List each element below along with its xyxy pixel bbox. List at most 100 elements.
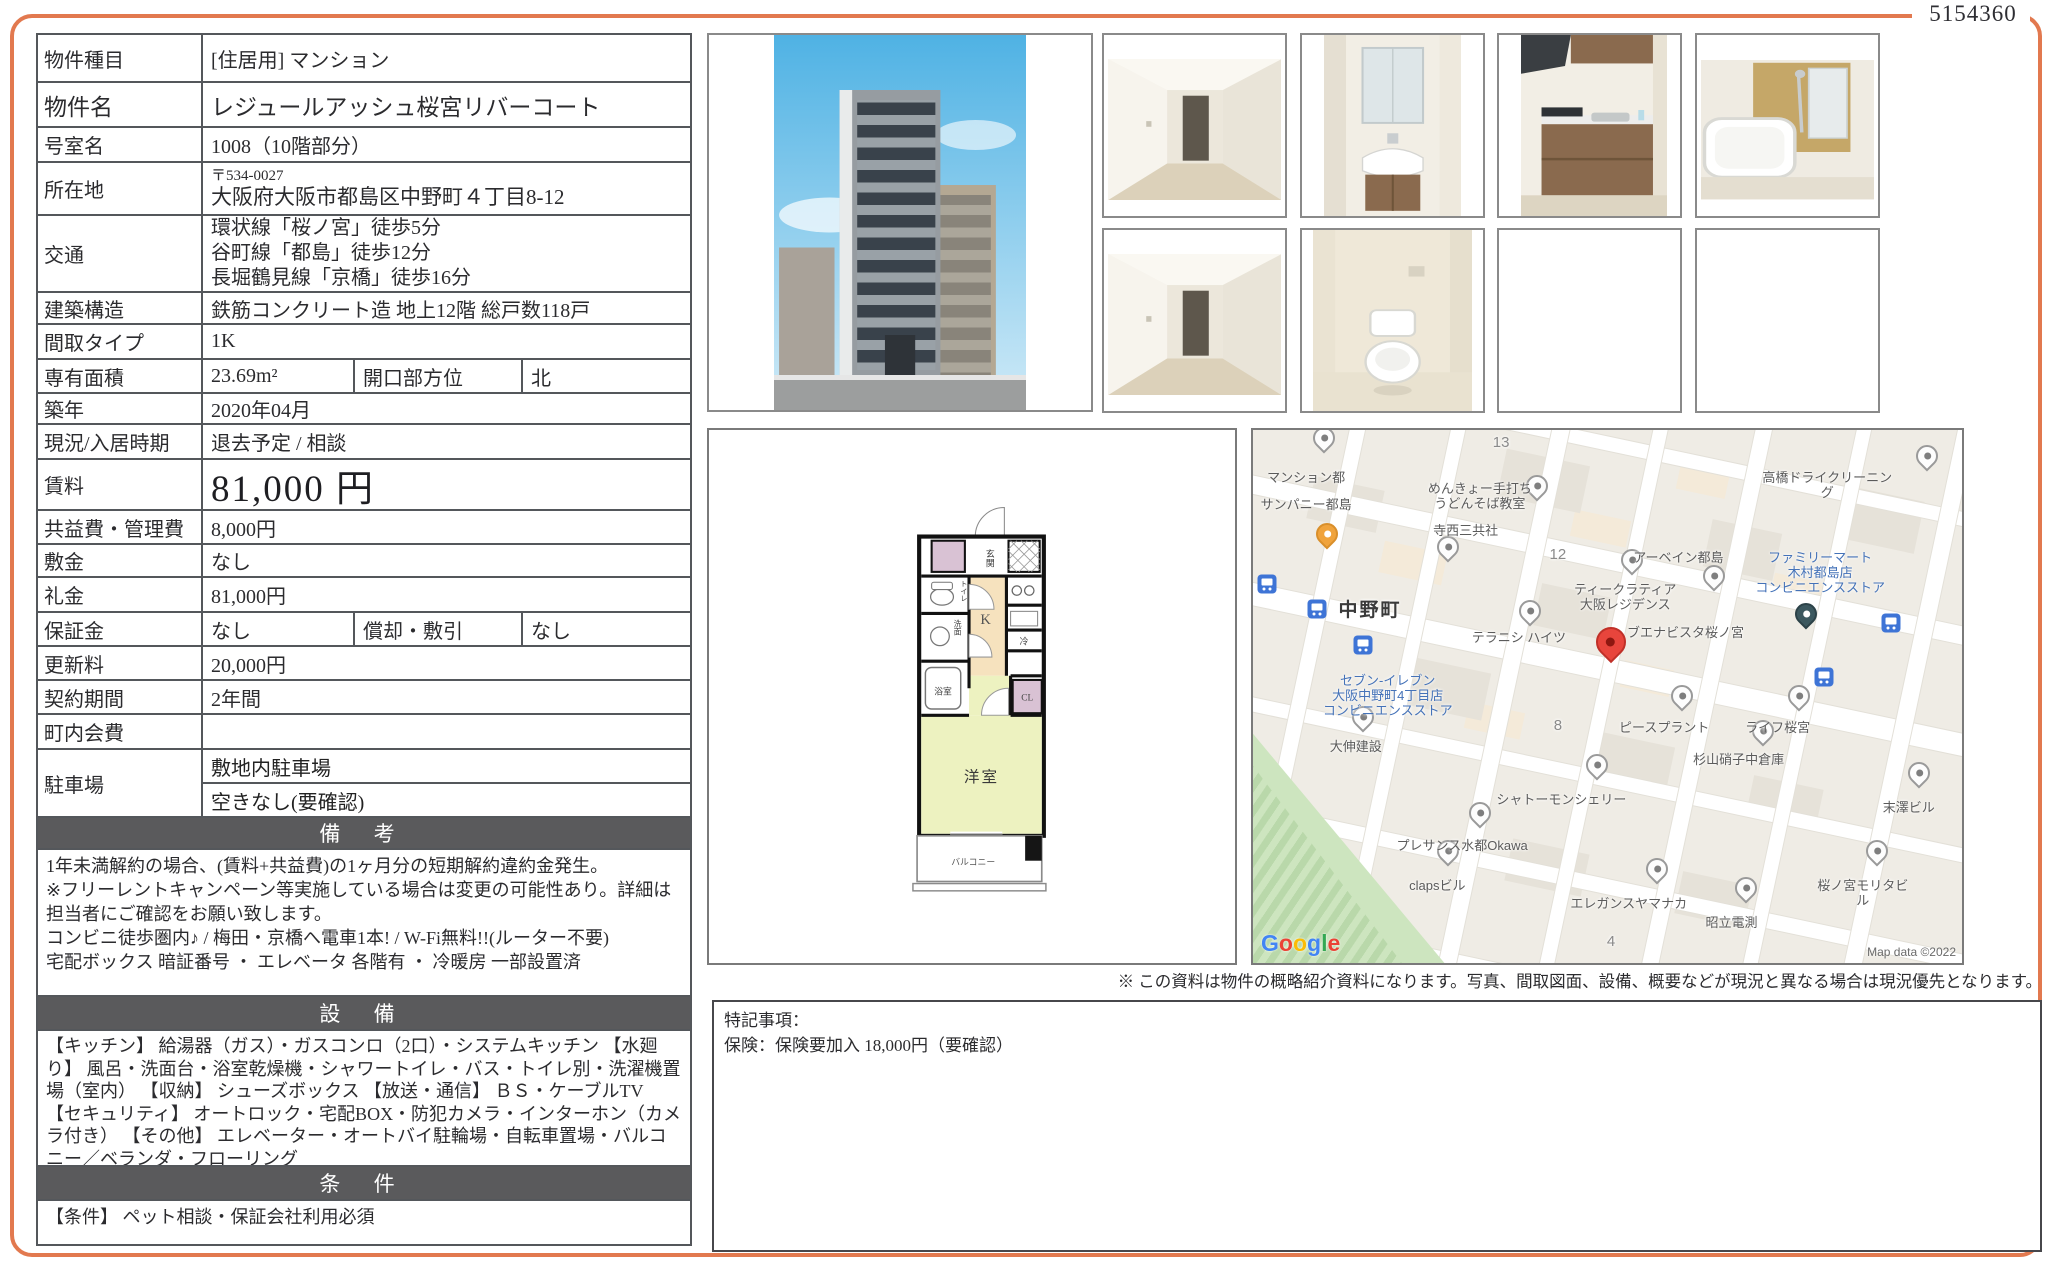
plan-label-balcony: バルコニー: [951, 857, 995, 867]
transport-line: 谷町線「都島」徒歩12分: [211, 241, 431, 266]
parking-line: 空きなし(要確認): [203, 782, 690, 816]
floor-plan-box: 玄関 トイレ 洗面 浴室 K 冷 CL 洋室 バルコニー: [707, 428, 1237, 965]
table-row: 駐車場 敷地内駐車場 空きなし(要確認): [38, 748, 690, 816]
photo-toilet: [1300, 228, 1485, 413]
table-row: 間取タイプ 1K: [38, 323, 690, 358]
table-row: 現況/入居時期 退去予定 / 相談: [38, 423, 690, 458]
table-row: 物件種目 [住居用] マンション: [38, 35, 690, 81]
plan-label-closet: CL: [1021, 694, 1033, 704]
row-label: 更新料: [38, 647, 203, 679]
property-name: レジュールアッシュ桜宮リバーコート: [203, 83, 690, 126]
photo-hallway-2: [1102, 228, 1287, 413]
map-place-label: めんきょー手打ち うどんそば教室: [1428, 481, 1532, 511]
row-label: 専有面積: [38, 360, 203, 392]
transport-line: 環状線「桜ノ宮」徒歩5分: [211, 216, 441, 241]
row-label: 物件名: [38, 83, 203, 126]
property-info-table: 物件種目 [住居用] マンション 物件名 レジュールアッシュ桜宮リバーコート 号…: [36, 33, 692, 1246]
table-row: 契約期間 2年間: [38, 679, 690, 713]
kitchen-image: [1521, 35, 1668, 216]
map-place-label: 寺西三共社: [1433, 523, 1498, 538]
row-value: 鉄筋コンクリート造 地上12階 総戸数118戸: [203, 293, 690, 323]
photo-empty: [1695, 228, 1880, 413]
google-logo: Google: [1261, 930, 1340, 957]
table-row: 町内会費: [38, 713, 690, 748]
photo-washbasin: [1300, 33, 1485, 218]
row-label: 所在地: [38, 163, 203, 214]
row-value: 2020年04月: [203, 394, 690, 423]
remarks-header: 備 考: [38, 816, 690, 848]
washbasin-image: [1324, 35, 1462, 216]
row-value: [203, 715, 690, 748]
plan-label-kitchen: K: [980, 612, 991, 628]
station-icon: [1882, 614, 1901, 633]
row-value: 2年間: [203, 681, 690, 713]
row-label: 交通: [38, 216, 203, 291]
google-logo-letter: e: [1327, 930, 1340, 956]
table-row: 所在地 〒534-0027 大阪府大阪市都島区中野町４丁目8-12: [38, 161, 690, 214]
address: 大阪府大阪市都島区中野町４丁目8-12: [211, 185, 565, 209]
map-place-label: 大伸建設: [1330, 739, 1382, 754]
row-label: 間取タイプ: [38, 325, 203, 358]
map-place-label: ピースプラント: [1619, 720, 1709, 735]
map-place-label: 高橋ドライクリーニング: [1760, 470, 1895, 500]
table-row: 専有面積 23.69m² 開口部方位 北: [38, 358, 690, 392]
map-place-label: ライフ桜宮: [1745, 720, 1810, 735]
map-store-label: ファミリーマート 木村都島店 コンビニエンスストア: [1755, 550, 1885, 595]
bathroom-image: [1701, 60, 1875, 199]
station-icon: [1258, 574, 1277, 593]
map-place-label: テラニシ ハイツ: [1472, 630, 1566, 645]
document-number: 5154360: [1918, 1, 2028, 27]
row-value: なし: [523, 613, 690, 645]
station-icon: [1353, 635, 1372, 654]
map-place-label: プレサンス水都Okawa: [1397, 838, 1528, 853]
map-place-label: アーベイン都島: [1633, 550, 1723, 565]
map-block-number: 8: [1554, 718, 1562, 733]
map-block-number: 13: [1493, 435, 1510, 450]
map-place-label: 末澤ビル: [1883, 800, 1935, 815]
plan-label-bath: 浴室: [934, 685, 952, 696]
address-cell: 〒534-0027 大阪府大阪市都島区中野町４丁目8-12: [203, 163, 690, 214]
facing-value: 北: [523, 360, 690, 392]
google-logo-letter: g: [1307, 930, 1321, 956]
special-notes-title: 特記事項：: [724, 1008, 2030, 1033]
row-label: 敷金: [38, 545, 203, 576]
row-label: 建築構造: [38, 293, 203, 323]
map-place-label: 杉山硝子中倉庫: [1693, 752, 1784, 767]
row-value: なし: [203, 613, 355, 645]
row-label: 償却・敷引: [355, 613, 523, 645]
row-label: 号室名: [38, 128, 203, 161]
facilities-header: 設 備: [38, 995, 690, 1029]
row-label: 駐車場: [38, 750, 203, 816]
map-place-label: ティークラティア 大阪レジデンス: [1574, 582, 1676, 612]
table-row: 賃料 81,000 円: [38, 458, 690, 509]
row-label: 賃料: [38, 460, 203, 509]
photo-empty: [1497, 228, 1682, 413]
facilities-text: 【キッチン】 給湯器（ガス）・ガスコンロ（2口）・システムキッチン 【水廻り】 …: [38, 1029, 690, 1165]
table-row: 更新料 20,000円: [38, 645, 690, 679]
plan-label-senmen: 洗面: [953, 619, 962, 637]
row-value: 20,000円: [203, 647, 690, 679]
table-row: 物件名 レジュールアッシュ桜宮リバーコート: [38, 81, 690, 126]
table-row: 交通 環状線「桜ノ宮」徒歩5分 谷町線「都島」徒歩12分 長堀鶴見線「京橋」徒歩…: [38, 214, 690, 291]
property-flyer-page: { "page": { "doc_number": "5154360" }, "…: [0, 0, 2056, 1265]
map-place-label: 昭立電測: [1706, 915, 1758, 930]
postal-code: 〒534-0027: [211, 168, 284, 185]
parking-line: 敷地内駐車場: [203, 750, 690, 782]
map-place-label: サンパニー都島: [1261, 497, 1352, 512]
plan-label-fridge: 冷: [1020, 636, 1029, 647]
row-value: 81,000円: [203, 578, 690, 611]
floor-plan-drawing: 玄関 トイレ 洗面 浴室 K 冷 CL 洋室 バルコニー: [904, 495, 1059, 895]
special-notes-box: 特記事項： 保険：保険要加入 18,000円（要確認）: [712, 1000, 2042, 1252]
google-logo-letter: G: [1261, 930, 1279, 956]
disclaimer-note: ※ この資料は物件の概略紹介資料になります。写真、間取図面、設備、概要などが現況…: [712, 968, 2042, 992]
plan-label-genkan: 玄関: [985, 548, 995, 569]
table-row: 礼金 81,000円: [38, 576, 690, 611]
hallway-image: [1108, 59, 1282, 200]
table-row: 共益費・管理費 8,000円: [38, 509, 690, 543]
row-value: [住居用] マンション: [203, 35, 690, 81]
plan-label-room: 洋室: [964, 768, 999, 786]
row-value: なし: [203, 545, 690, 576]
station-icon: [1814, 667, 1833, 686]
map-block-number: 12: [1550, 547, 1567, 562]
photo-hallway: [1102, 33, 1287, 218]
